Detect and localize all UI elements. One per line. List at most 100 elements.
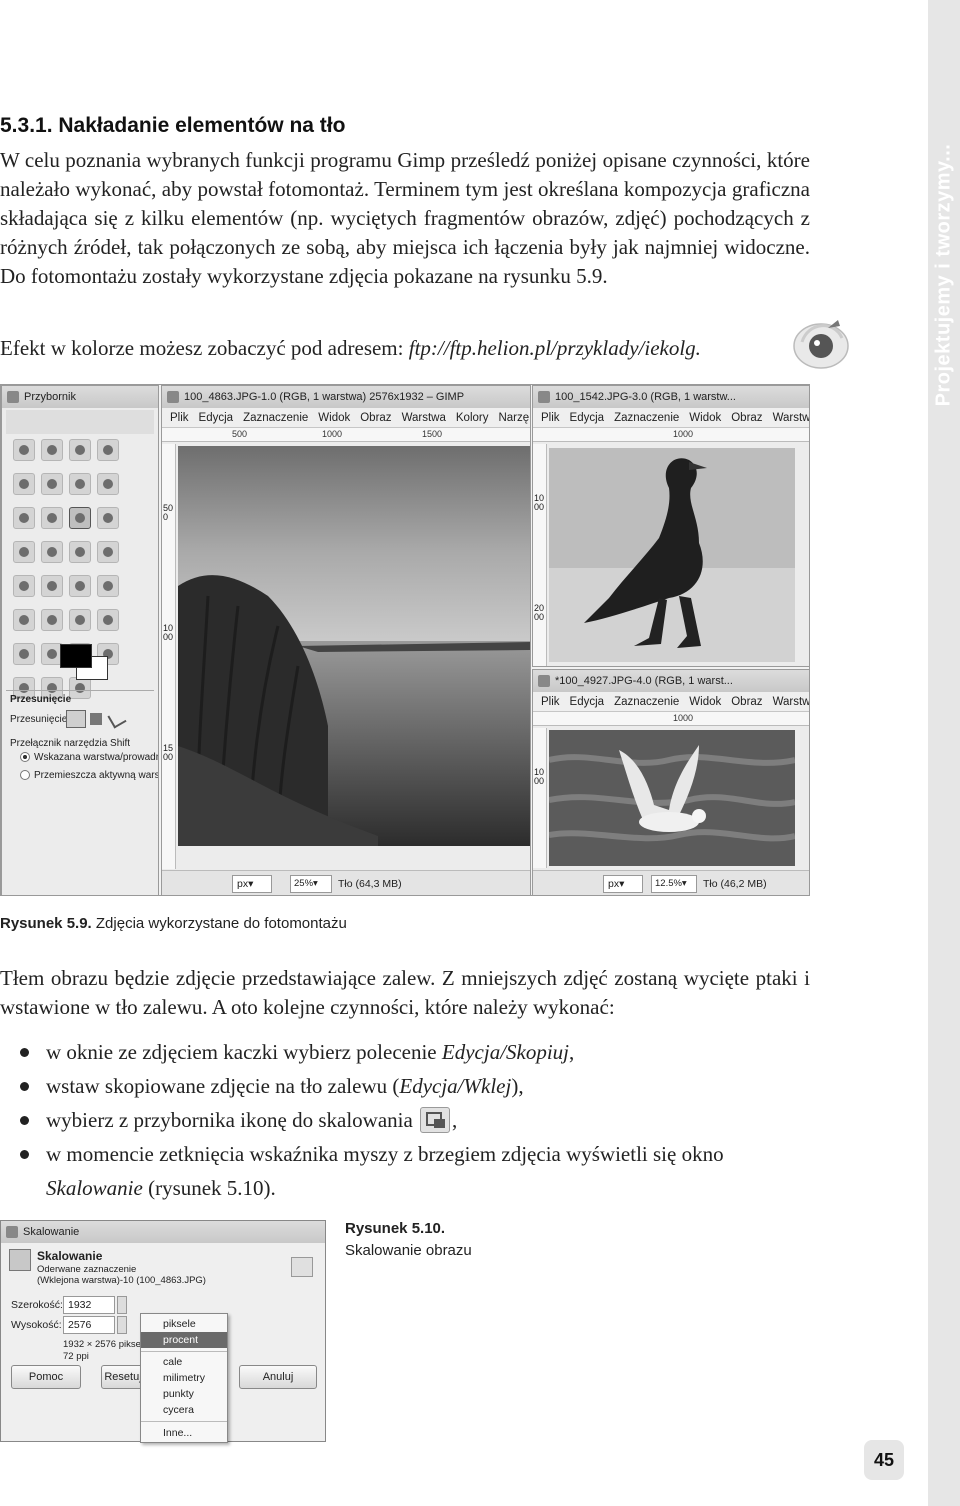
- main-menubar: Plik Edycja Zaznaczenie Widok Obraz Warstwa Ko…: [162, 408, 530, 428]
- section-heading: 5.3.1. Nakładanie elementów na tło: [0, 114, 346, 137]
- scissors-icon[interactable]: [13, 473, 35, 495]
- pencil-icon[interactable]: [41, 609, 63, 631]
- menu-item-milimetry[interactable]: milimetry: [141, 1370, 227, 1386]
- bucket-fill-icon[interactable]: [97, 575, 119, 597]
- gull-zoom-select[interactable]: 12.5%▾: [651, 875, 697, 893]
- scale-dialog-icon: [9, 1249, 31, 1271]
- menu-obraz[interactable]: Obraz: [360, 412, 391, 424]
- move-tool-icon[interactable]: [69, 507, 91, 529]
- eraser-icon[interactable]: [97, 609, 119, 631]
- height-spinner[interactable]: [117, 1316, 127, 1334]
- gull-window-title: *100_4927.JPG-4.0 (RGB, 1 warst...: [533, 670, 809, 692]
- scale-tool-icon[interactable]: [69, 541, 91, 563]
- seagull-photo: [549, 730, 795, 866]
- gimp-screenshot: Przybornik Przesunięcie Przesunięcie: Pr…: [0, 384, 810, 896]
- menu-item-piksele[interactable]: piksele: [141, 1316, 227, 1332]
- gull-menu-plik[interactable]: Plik: [541, 696, 560, 708]
- bird-menu-zaznaczenie[interactable]: Zaznaczenie: [614, 412, 679, 424]
- help-button[interactable]: Pomoc: [11, 1365, 81, 1389]
- gull-menu-widok[interactable]: Widok: [689, 696, 721, 708]
- rotate-icon[interactable]: [41, 541, 63, 563]
- height-field[interactable]: 2576: [63, 1316, 115, 1334]
- main-vruler[interactable]: 500 1000 1500: [162, 444, 176, 869]
- option-move-active[interactable]: Przemieszcza aktywną warst: [20, 770, 158, 781]
- main-zoom-select[interactable]: 25%▾: [290, 875, 332, 893]
- gull-menu-warstw[interactable]: Warstw: [773, 696, 809, 708]
- text-tool-icon[interactable]: [69, 575, 91, 597]
- foreground-select-icon[interactable]: [41, 473, 63, 495]
- paintbrush-icon[interactable]: [69, 609, 91, 631]
- foreground-color-swatch[interactable]: [60, 644, 92, 668]
- shear-icon[interactable]: [97, 541, 119, 563]
- fuzzy-select-icon[interactable]: [97, 439, 119, 461]
- option-pick-layer[interactable]: Wskazana warstwa/prowadn: [20, 752, 158, 763]
- menu-zaznaczenie[interactable]: Zaznaczenie: [243, 412, 308, 424]
- ellipse-select-icon[interactable]: [41, 439, 63, 461]
- move-mode-label: Przesunięcie:: [10, 714, 71, 725]
- bird-menu-plik[interactable]: Plik: [541, 412, 560, 424]
- main-unit-select[interactable]: px▾: [232, 875, 272, 893]
- ftp-link[interactable]: ftp://ftp.helion.pl/przyklady/iekolg.: [409, 336, 701, 360]
- list-item: w momencie zetknięcia wskaźnika myszy z …: [20, 1137, 820, 1205]
- gull-menubar: Plik Edycja Zaznaczenie Widok Obraz Warstw: [533, 692, 809, 712]
- gull-vruler[interactable]: 1000: [533, 728, 547, 868]
- menu-narzedzia[interactable]: Narzę: [498, 412, 529, 424]
- menu-warstwa[interactable]: Warstwa: [402, 412, 446, 424]
- bird-window-title: 100_1542.JPG-3.0 (RGB, 1 warstw...: [533, 386, 809, 408]
- move-layer-mode-icon[interactable]: [66, 710, 86, 728]
- dialog-titlebar: Skalowanie: [1, 1221, 325, 1243]
- menu-widok[interactable]: Widok: [318, 412, 350, 424]
- bird-menu-warstw[interactable]: Warstw: [773, 412, 809, 424]
- bird-vruler[interactable]: 1000 2000: [533, 444, 547, 666]
- width-field[interactable]: 1932: [63, 1296, 115, 1314]
- menu-plik[interactable]: Plik: [170, 412, 189, 424]
- free-select-icon[interactable]: [69, 439, 91, 461]
- move-path-mode-icon[interactable]: [107, 709, 127, 729]
- preview-icon[interactable]: [291, 1257, 313, 1277]
- bird-menubar: Plik Edycja Zaznaczenie Widok Obraz Warstw: [533, 408, 809, 428]
- move-selection-mode-icon[interactable]: [90, 713, 102, 725]
- menu-item-punkty[interactable]: punkty: [141, 1386, 227, 1402]
- main-hruler[interactable]: 500 1000 1500: [162, 428, 530, 442]
- radio-on-icon: [20, 752, 30, 763]
- link-prefix: Efekt w kolorze możesz zobaczyć pod adre…: [0, 336, 409, 360]
- perspective-icon[interactable]: [13, 575, 35, 597]
- airbrush-icon[interactable]: [13, 643, 35, 665]
- color-picker-icon[interactable]: [97, 473, 119, 495]
- magnify-icon[interactable]: [13, 507, 35, 529]
- paths-icon[interactable]: [69, 473, 91, 495]
- rect-select-icon[interactable]: [13, 439, 35, 461]
- menu-item-procent[interactable]: procent: [141, 1332, 227, 1348]
- flip-icon[interactable]: [41, 575, 63, 597]
- bird-menu-widok[interactable]: Widok: [689, 412, 721, 424]
- width-spinner[interactable]: [117, 1296, 127, 1314]
- bird-hruler[interactable]: 1000: [533, 428, 809, 442]
- align-icon[interactable]: [97, 507, 119, 529]
- gull-menu-obraz[interactable]: Obraz: [731, 696, 762, 708]
- cormorant-photo: [549, 448, 795, 662]
- gull-menu-zaznaczenie[interactable]: Zaznaczenie: [614, 696, 679, 708]
- menu-edycja[interactable]: Edycja: [199, 412, 234, 424]
- menu-kolory[interactable]: Kolory: [456, 412, 489, 424]
- bird-menu-edycja[interactable]: Edycja: [570, 412, 605, 424]
- reset-button[interactable]: Resetuj: [101, 1365, 145, 1389]
- bird-image-window: 100_1542.JPG-3.0 (RGB, 1 warstw... Plik E…: [532, 385, 809, 667]
- gull-menu-edycja[interactable]: Edycja: [570, 696, 605, 708]
- bird-menu-obraz[interactable]: Obraz: [731, 412, 762, 424]
- crop-icon[interactable]: [13, 541, 35, 563]
- gull-hruler[interactable]: 1000: [533, 712, 809, 726]
- blend-icon[interactable]: [13, 609, 35, 631]
- tool-switch-label: Przełącznik narzędzia Shift: [10, 738, 131, 749]
- dialog-subtitle-2: (Wklejona warstwa)-10 (100_4863.JPG): [37, 1275, 206, 1286]
- gull-image-window: *100_4927.JPG-4.0 (RGB, 1 warst... Plik E…: [532, 669, 809, 895]
- unit-dropdown-menu: piksele procent cale milimetry punkty cy…: [140, 1313, 228, 1443]
- menu-item-cale[interactable]: cale: [141, 1354, 227, 1370]
- menu-item-inne[interactable]: Inne...: [141, 1425, 227, 1441]
- measure-icon[interactable]: [41, 507, 63, 529]
- cancel-button[interactable]: Anuluj: [239, 1365, 317, 1389]
- gull-unit-select[interactable]: px▾: [603, 875, 643, 893]
- menu-item-cycera[interactable]: cycera: [141, 1402, 227, 1418]
- menu-separator: [141, 1351, 227, 1352]
- list-item: wstaw skopiowane zdjęcie na tło zalewu (…: [20, 1069, 820, 1103]
- fg-bg-colors[interactable]: [60, 644, 112, 684]
